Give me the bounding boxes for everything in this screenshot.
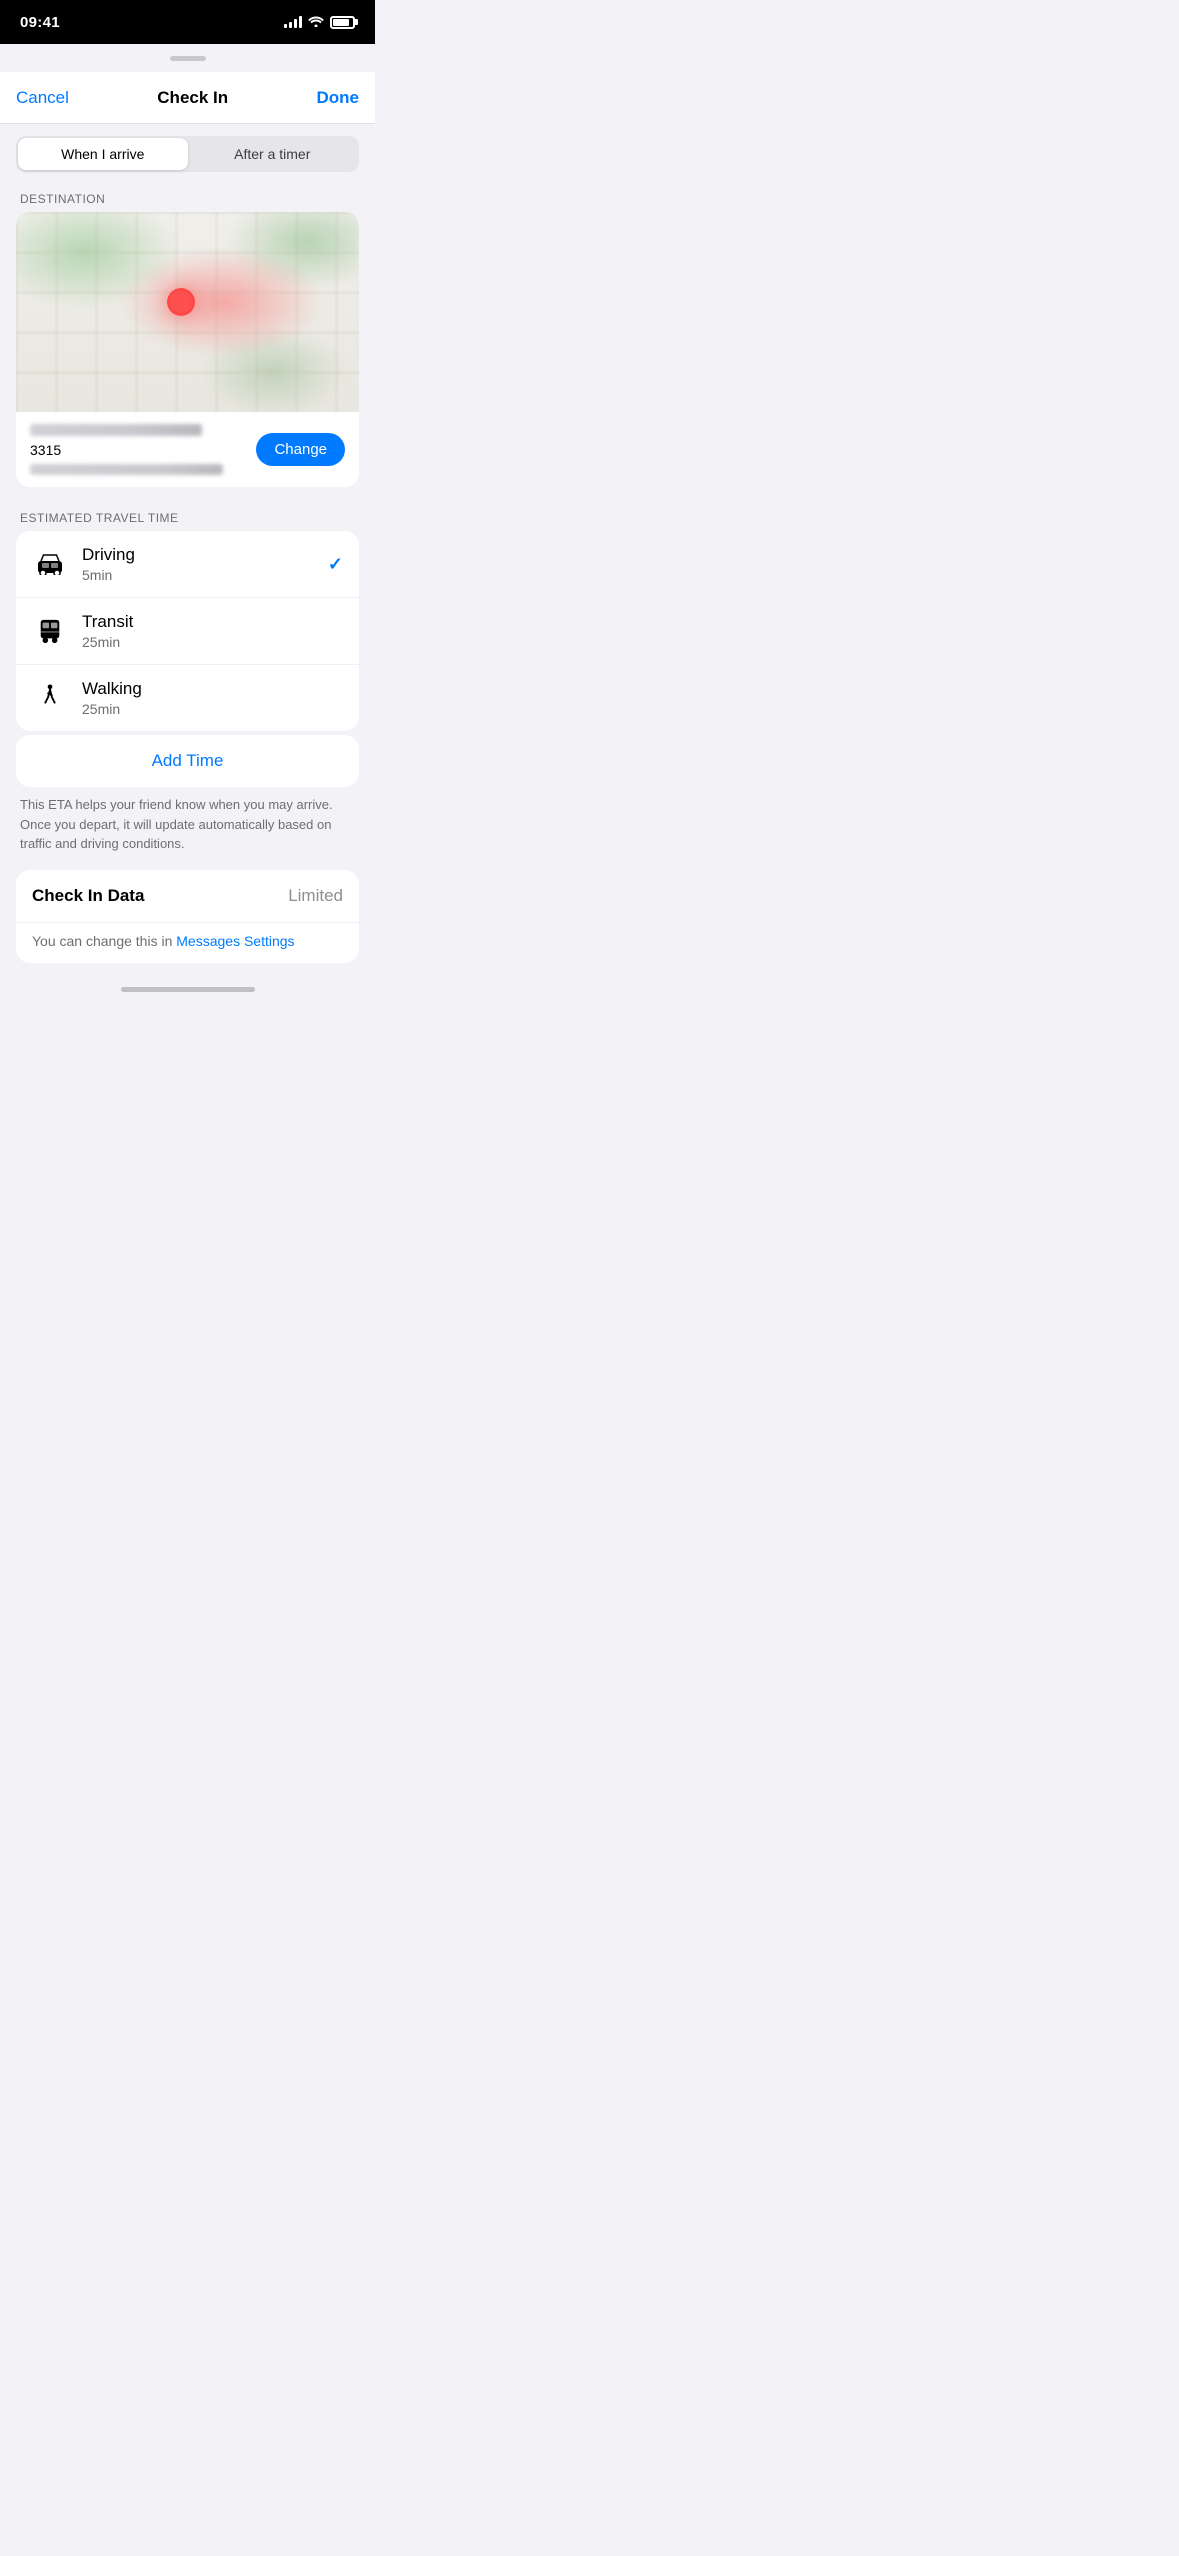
checkin-data-label: Check In Data xyxy=(32,886,144,906)
segment-container: When I arrive After a timer xyxy=(0,124,375,184)
travel-time-label: ESTIMATED TRAVEL TIME xyxy=(20,511,359,525)
travel-time-section: ESTIMATED TRAVEL TIME Driving 5mi xyxy=(16,511,359,787)
checkin-data-sub: You can change this in Messages Settings xyxy=(16,923,359,963)
home-indicator xyxy=(0,979,375,998)
add-time-button[interactable]: Add Time xyxy=(16,735,359,787)
transit-row[interactable]: Transit 25min xyxy=(16,598,359,665)
walking-duration: 25min xyxy=(82,701,343,717)
wifi-icon xyxy=(308,15,324,30)
done-button[interactable]: Done xyxy=(317,88,360,108)
driving-duration: 5min xyxy=(82,567,328,583)
destination-label: DESTINATION xyxy=(20,192,359,206)
map-address-number: 3315 xyxy=(30,442,61,458)
map-address-blur-line2 xyxy=(30,464,223,475)
eta-description: This ETA helps your friend know when you… xyxy=(16,787,359,870)
segment-after-timer[interactable]: After a timer xyxy=(188,138,358,170)
checkin-data-row[interactable]: Check In Data Limited xyxy=(16,870,359,923)
driving-checkmark: ✓ xyxy=(328,554,343,575)
driving-row[interactable]: Driving 5min ✓ xyxy=(16,531,359,598)
sheet-handle xyxy=(170,56,206,61)
messages-settings-link[interactable]: Messages Settings xyxy=(176,933,294,949)
map-card: 3315 Change xyxy=(16,212,359,487)
map-area[interactable] xyxy=(16,212,359,412)
page-title: Check In xyxy=(157,88,228,108)
status-time: 09:41 xyxy=(20,14,60,31)
walking-row[interactable]: Walking 25min xyxy=(16,665,359,731)
status-bar: 09:41 xyxy=(0,0,375,44)
map-pin-dot xyxy=(167,288,195,316)
map-pin xyxy=(167,288,195,316)
transit-icon xyxy=(32,613,68,649)
travel-modes-card: Driving 5min ✓ xyxy=(16,531,359,731)
walking-mode-label: Walking xyxy=(82,679,343,699)
map-address: 3315 xyxy=(30,424,244,475)
status-icons xyxy=(284,15,355,30)
driving-info: Driving 5min xyxy=(82,545,328,583)
transit-mode-label: Transit xyxy=(82,612,343,632)
main-content: DESTINATION 3315 Change ESTIMATED TRAVEL… xyxy=(0,184,375,979)
walking-info: Walking 25min xyxy=(82,679,343,717)
driving-mode-label: Driving xyxy=(82,545,328,565)
home-bar xyxy=(121,987,255,992)
checkin-data-card: Check In Data Limited You can change thi… xyxy=(16,870,359,963)
add-time-card: Add Time xyxy=(16,735,359,787)
checkin-data-sub-text: You can change this in xyxy=(32,933,176,949)
checkin-data-value: Limited xyxy=(288,886,343,906)
transit-duration: 25min xyxy=(82,634,343,650)
walking-icon xyxy=(32,680,68,716)
nav-bar: Cancel Check In Done xyxy=(0,72,375,124)
signal-icon xyxy=(284,16,302,28)
change-button[interactable]: Change xyxy=(256,433,345,466)
cancel-button[interactable]: Cancel xyxy=(16,88,69,108)
battery-icon xyxy=(330,16,355,29)
sheet-handle-area xyxy=(0,44,375,72)
map-footer: 3315 Change xyxy=(16,412,359,487)
transit-info: Transit 25min xyxy=(82,612,343,650)
map-address-blur-line1 xyxy=(30,424,202,436)
segment-control: When I arrive After a timer xyxy=(16,136,359,172)
destination-section: DESTINATION 3315 Change xyxy=(16,192,359,487)
segment-when-arrive[interactable]: When I arrive xyxy=(18,138,188,170)
driving-icon xyxy=(32,546,68,582)
